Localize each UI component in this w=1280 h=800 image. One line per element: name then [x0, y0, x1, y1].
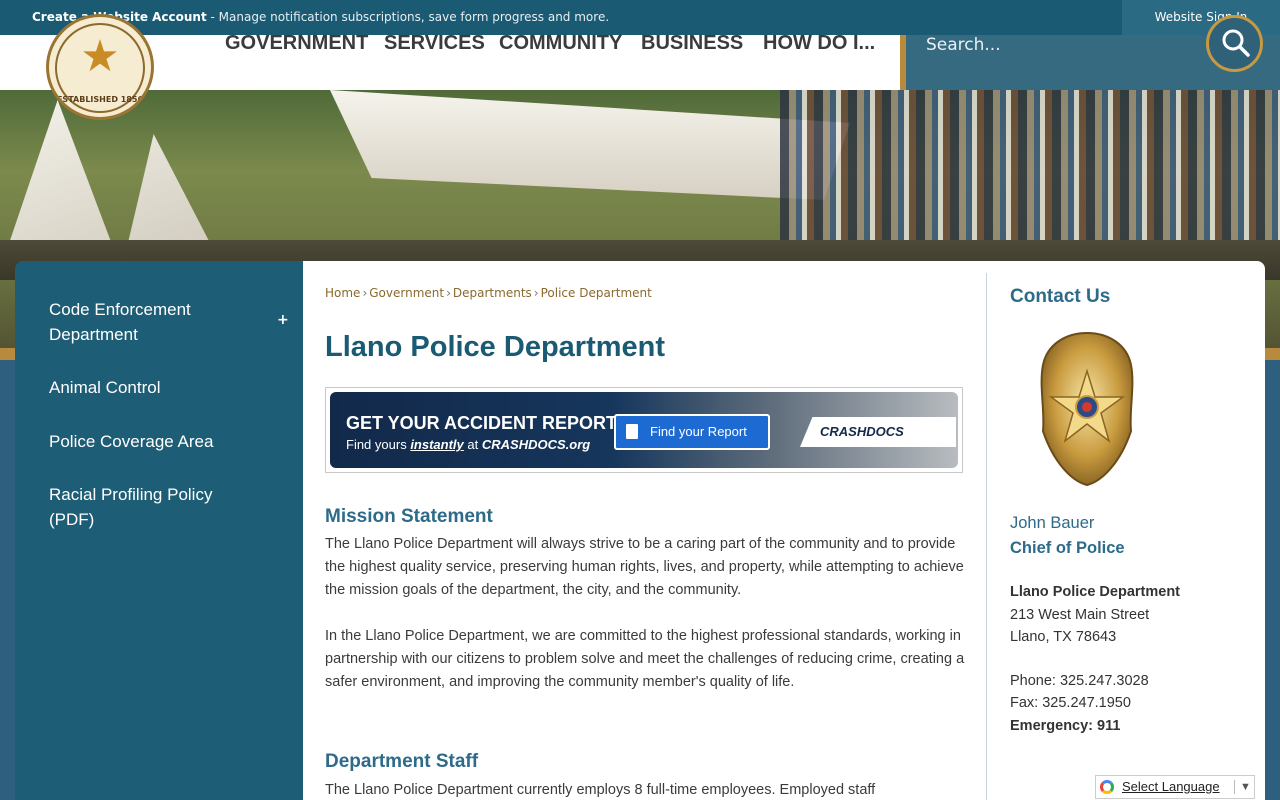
google-icon [1100, 780, 1114, 794]
nav-services[interactable]: SERVICES [384, 32, 485, 55]
phone-number[interactable]: Phone: 325.247.3028 [1010, 670, 1180, 693]
nav-community[interactable]: COMMUNITY [499, 32, 622, 55]
banner-headline: GET YOUR ACCIDENT REPORT [346, 413, 618, 433]
sidebar-item-animal-control[interactable]: Animal Control [49, 375, 249, 400]
document-icon [626, 424, 638, 439]
banner-sub-prefix: Find yours [346, 437, 411, 452]
search-button[interactable] [1206, 15, 1263, 72]
breadcrumb-home[interactable]: Home [325, 286, 360, 300]
search-input[interactable]: Search... [926, 34, 1001, 56]
banner-sub-mid: at [463, 437, 482, 452]
language-selector[interactable]: Select Language ▼ [1095, 775, 1255, 799]
department-staff-heading: Department Staff [325, 751, 479, 772]
chief-title: Chief of Police [1010, 539, 1125, 557]
nav-how-do-i[interactable]: HOW DO I... [763, 32, 875, 55]
breadcrumb-police-department[interactable]: Police Department [541, 286, 652, 300]
select-language-label: Select Language [1122, 779, 1220, 794]
logo-established-text: ESTABLISHED 1856 [56, 95, 144, 104]
city-logo[interactable]: ★ ESTABLISHED 1856 [46, 14, 154, 120]
address-city: Llano, TX 78643 [1010, 629, 1117, 645]
banner-sub-emphasis: instantly [410, 437, 464, 452]
breadcrumb-separator: › [362, 286, 368, 300]
nav-business[interactable]: BUSINESS [641, 32, 743, 55]
department-staff-paragraph: The Llano Police Department currently em… [325, 782, 876, 798]
sidebar-item-police-coverage[interactable]: Police Coverage Area [49, 429, 249, 454]
address-spacer [1010, 649, 1180, 670]
contact-us-heading: Contact Us [1010, 286, 1111, 307]
column-divider [986, 273, 987, 800]
find-your-report-button[interactable]: Find your Report [614, 414, 770, 450]
sidebar-item-racial-profiling[interactable]: Racial Profiling Policy (PDF) [49, 482, 249, 532]
mission-paragraph-1: The Llano Police Department will always … [325, 536, 964, 598]
search-icon [1222, 29, 1250, 57]
hero-canopy [330, 90, 850, 200]
top-utility-bar: Create a Website Account - Manage notifi… [0, 0, 1280, 35]
nav-government[interactable]: GOVERNMENT [225, 32, 368, 55]
create-account-description: - Manage notification subscriptions, sav… [206, 10, 610, 24]
sidebar-item-code-enforcement[interactable]: Code Enforcement Department [49, 297, 249, 347]
breadcrumb: Home › Government › Departments › Police Depar… [325, 286, 652, 300]
chief-name[interactable]: John Bauer [1010, 511, 1125, 536]
sidebar-navigation: Code Enforcement Department + Animal Con… [15, 261, 303, 800]
mission-paragraph-2: In the Llano Police Department, we are c… [325, 628, 965, 690]
dropdown-arrow-icon: ▼ [1240, 781, 1251, 793]
breadcrumb-separator: › [446, 286, 451, 300]
breadcrumb-government[interactable]: Government [369, 286, 444, 300]
main-content: Home › Government › Departments › Police Depar… [303, 261, 1265, 800]
chief-contact: John Bauer Chief of Police [1010, 511, 1125, 561]
fax-number: Fax: 325.247.1950 [1010, 695, 1131, 711]
crashdocs-logo: CRASHDOCS [800, 417, 956, 447]
logo-star-icon: ★ [80, 31, 120, 82]
hero-crowd [780, 90, 1280, 265]
accident-report-banner-frame: GET YOUR ACCIDENT REPORT Find yours inst… [325, 387, 963, 473]
find-your-report-label: Find your Report [650, 424, 747, 439]
mission-statement-heading: Mission Statement [325, 506, 493, 527]
accident-report-banner[interactable]: GET YOUR ACCIDENT REPORT Find yours inst… [330, 392, 958, 468]
address-street: 213 West Main Street [1010, 606, 1150, 623]
breadcrumb-separator: › [533, 286, 539, 300]
address-org: Llano Police Department [1010, 584, 1181, 600]
emergency-number[interactable]: Emergency: 911 [1010, 715, 1180, 738]
police-badge-image [1040, 331, 1134, 487]
breadcrumb-departments[interactable]: Departments [453, 286, 532, 300]
language-divider [1234, 780, 1235, 794]
banner-sub-site: CRASHDOCS.org [481, 437, 591, 452]
page-title: Llano Police Department [325, 331, 666, 363]
department-address: Llano Police Department 213 West Main St… [1010, 581, 1180, 737]
banner-subline: Find yours instantly at CRASHDOCS.org [346, 437, 590, 452]
expand-plus-icon[interactable]: + [277, 312, 289, 328]
